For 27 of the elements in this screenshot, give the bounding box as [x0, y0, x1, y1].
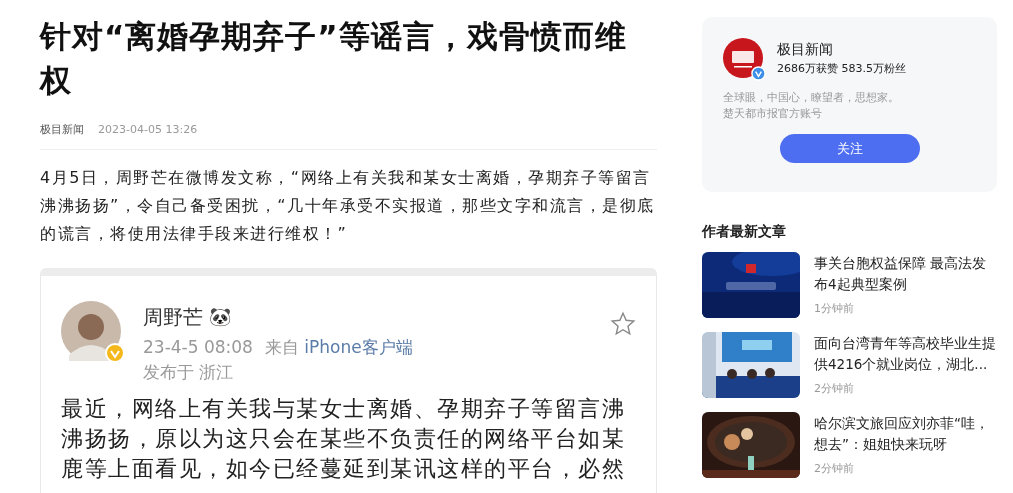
author-stats: 2686万获赞 583.5万粉丝 [777, 61, 906, 77]
post-date: 23-4-5 08:08 [143, 336, 253, 359]
article-title: 针对“离婚孕期弃子”等谣言，戏骨愤而维权 [40, 17, 628, 100]
author-bio: 楚天都市报官方账号 [723, 106, 823, 122]
follow-button[interactable]: 关注 [779, 134, 920, 163]
article-time: 2023-04-05 13:26 [98, 122, 198, 138]
post-source: 来自 iPhone客户端 [264, 336, 413, 359]
article-time: 1分钟前 [814, 301, 855, 317]
article-time: 2分钟前 [814, 461, 855, 477]
post-text-line: 沸扬扬，原以为这只会在某些不负责任的网络平台如某 [61, 425, 626, 453]
article-link[interactable]: 哈尔滨文旅回应刘亦菲“哇，想去”：姐姐快来玩呀 [814, 413, 997, 455]
article-paragraph: 4月5日，周野芒在微博发文称，“网络上有关我和某女士离婚，孕期弃子等留言沸沸扬扬”，令自己备受困扰，“几十年承受不实报道，那些文字和流言，是彻底的谎言，将使用法律手段来进行维权！” [40, 167, 656, 245]
article-link[interactable]: 面向台湾青年等高校毕业生提供4216个就业岗位，湖北... [814, 333, 997, 375]
logo-icon [723, 38, 763, 78]
article-link[interactable]: 事关台胞权益保障 最高法发布4起典型案例 [814, 253, 997, 295]
section-heading: 作者最新文章 [702, 222, 787, 241]
avatar-icon [61, 301, 121, 361]
article-time: 2分钟前 [814, 381, 855, 397]
star-icon[interactable] [610, 311, 636, 337]
article-source: 极目新闻 [40, 122, 84, 138]
panda-emoji: 🐼 [209, 305, 231, 329]
post-text-line: 鹿等上面看见，如今已经蔓延到某讯这样的平台，必然 [61, 455, 626, 483]
post-location: 发布于 浙江 [143, 361, 235, 384]
poster-name: 周野芒 [143, 304, 203, 331]
author-name[interactable]: 极目新闻 [777, 39, 906, 59]
author-bio: 全球眼，中国心，瞭望者，思想家。 [723, 90, 900, 106]
post-text-line: 最近，网络上有关我与某女士离婚、孕期弃子等留言沸 [61, 395, 626, 423]
